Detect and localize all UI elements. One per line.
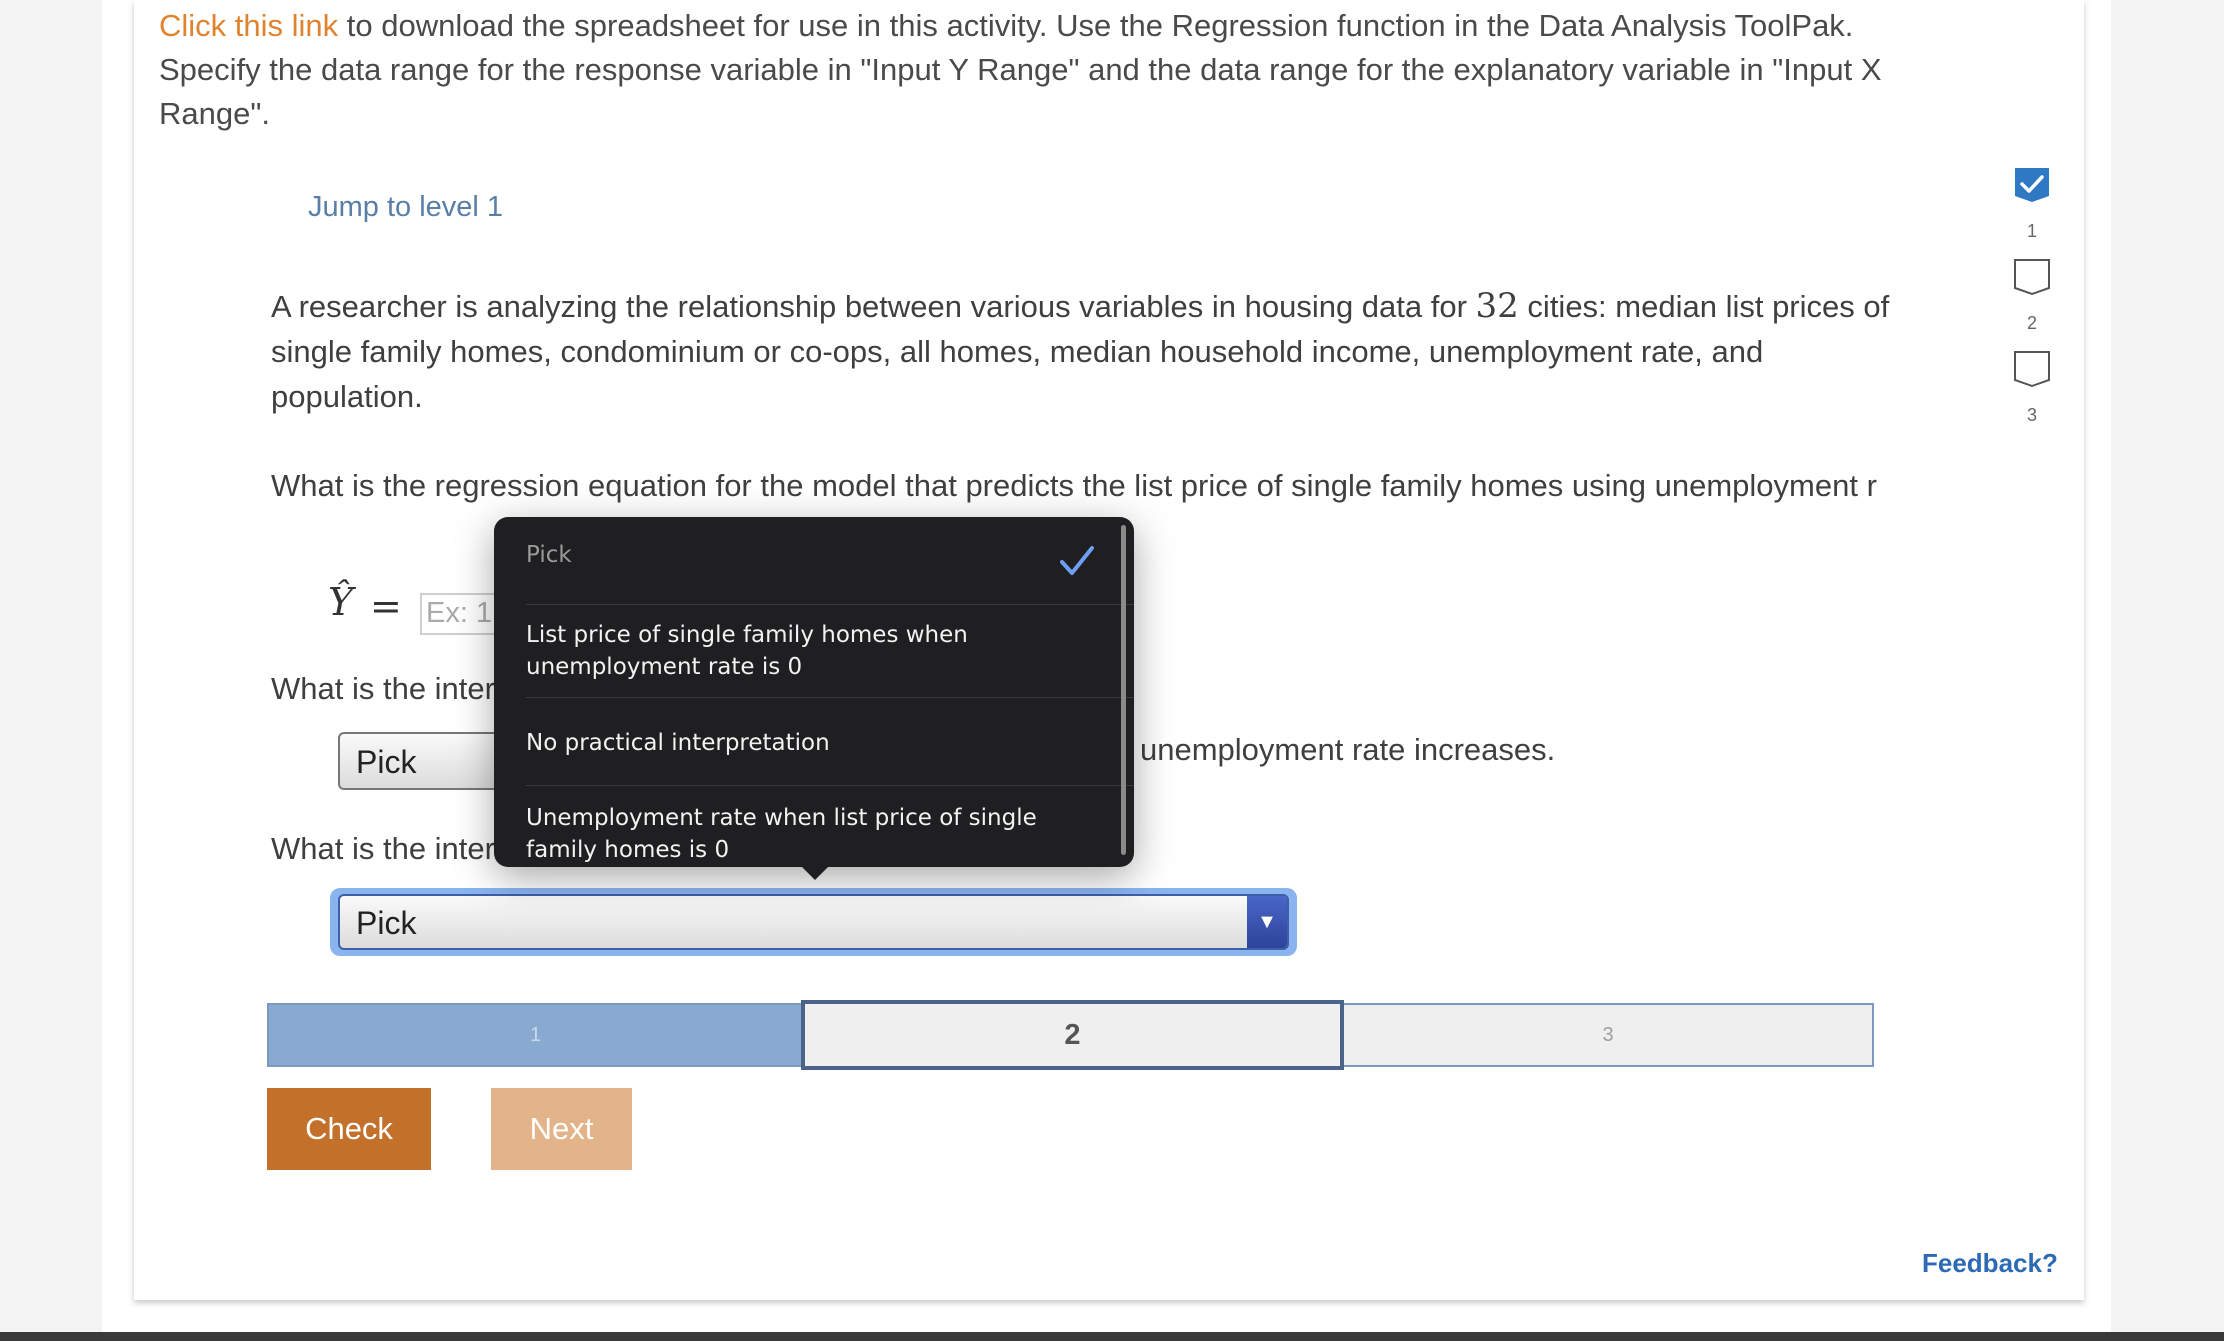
option-divider bbox=[526, 785, 1134, 786]
intro-text: to download the spreadsheet for use in t… bbox=[159, 8, 1882, 131]
dropdown-arrow-icon[interactable]: ▼ bbox=[1247, 896, 1287, 948]
city-count: 32 bbox=[1475, 286, 1519, 326]
progress-segment-2[interactable]: 2 bbox=[801, 1000, 1344, 1070]
y-hat-symbol: Ŷ bbox=[328, 580, 354, 624]
left-gutter bbox=[0, 0, 102, 1341]
question-regression-equation: What is the regression equation for the … bbox=[271, 468, 1877, 503]
feedback-link[interactable]: Feedback? bbox=[1922, 1248, 2058, 1279]
level-indicator-2[interactable]: 2 bbox=[2013, 258, 2051, 334]
equals-sign: = bbox=[370, 584, 402, 628]
level-indicator-3[interactable]: 3 bbox=[2013, 350, 2051, 426]
intro-instructions: Click this link to download the spreadsh… bbox=[159, 4, 1919, 136]
option-no-practical-interpretation[interactable]: No practical interpretation bbox=[526, 727, 1106, 759]
level-number: 1 bbox=[2026, 221, 2037, 241]
popup-scrollbar[interactable] bbox=[1121, 525, 1126, 855]
spreadsheet-download-link[interactable]: Click this link bbox=[159, 8, 338, 43]
intercept-interpretation-select[interactable]: Pick bbox=[338, 894, 1289, 950]
level-number: 2 bbox=[2026, 313, 2037, 333]
option-divider bbox=[526, 697, 1134, 698]
checkbox-empty-icon bbox=[2014, 259, 2050, 296]
question-context: A researcher is analyzing the relationsh… bbox=[271, 286, 1890, 414]
bottom-bar bbox=[0, 1332, 2224, 1341]
option-pick[interactable]: Pick bbox=[526, 539, 1106, 571]
next-button[interactable]: Next bbox=[491, 1088, 632, 1170]
option-divider bbox=[526, 604, 1134, 605]
checkbox-empty-icon bbox=[2014, 351, 2050, 388]
progress-segment-3[interactable]: 3 bbox=[1344, 1005, 1872, 1065]
dropdown-options-popup: Pick List price of single family homes w… bbox=[494, 517, 1134, 867]
right-gutter bbox=[2111, 0, 2224, 1341]
popup-pointer bbox=[799, 864, 831, 880]
slope-sentence-tail: unemployment rate increases. bbox=[1140, 732, 1556, 767]
checkmark-icon bbox=[1060, 546, 1094, 575]
jump-to-level-link[interactable]: Jump to level 1 bbox=[308, 191, 503, 224]
check-button[interactable]: Check bbox=[267, 1088, 431, 1170]
option-unemployment-when-price-zero[interactable]: Unemployment rate when list price of sin… bbox=[526, 802, 1106, 866]
progress-segment-1[interactable]: 1 bbox=[269, 1005, 802, 1065]
option-list-price-when-unemployment-zero[interactable]: List price of single family homes when u… bbox=[526, 619, 1106, 683]
level-number: 3 bbox=[2026, 405, 2037, 425]
level-indicator-1[interactable]: 1 bbox=[2013, 166, 2051, 242]
checkbox-checked-icon bbox=[2015, 168, 2049, 202]
